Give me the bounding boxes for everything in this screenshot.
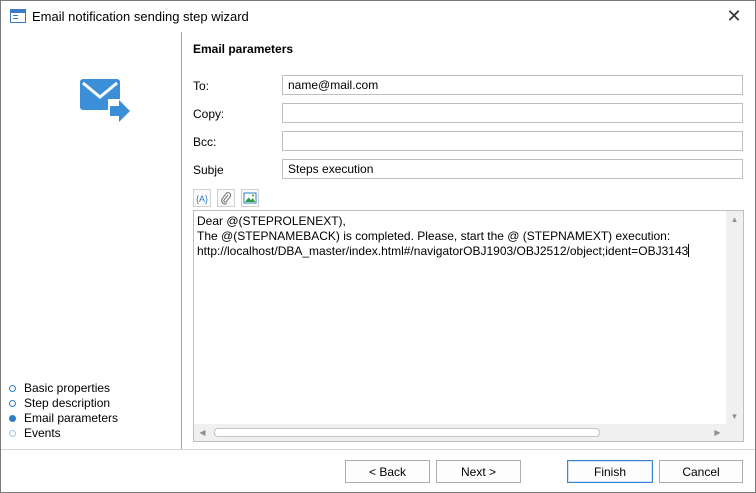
step-label: Step description (24, 396, 111, 410)
title-bar: Email notification sending step wizard ✕ (1, 1, 755, 32)
variable-icon-label: {A} (196, 194, 208, 204)
next-button[interactable]: Next > (436, 460, 521, 483)
step-status-icon (9, 430, 16, 437)
step-email-parameters[interactable]: Email parameters (9, 411, 118, 426)
message-body-editor[interactable]: Dear @(STEPROLENEXT), The @(STEPNAMEBACK)… (193, 210, 744, 442)
cancel-button[interactable]: Cancel (659, 460, 743, 483)
email-send-icon (80, 79, 131, 123)
scrollbar-corner (726, 424, 743, 441)
window-icon (10, 9, 26, 23)
back-button[interactable]: < Back (345, 460, 430, 483)
subject-field[interactable] (282, 159, 743, 179)
wizard-window: Email notification sending step wizard ✕… (0, 0, 756, 493)
section-title: Email parameters (193, 42, 294, 56)
message-line: Dear @(STEPROLENEXT), (197, 214, 346, 228)
scroll-right-icon[interactable]: ▶ (709, 424, 726, 441)
text-caret (688, 244, 690, 257)
insert-variable-button[interactable]: {A} (193, 189, 211, 207)
step-status-icon (9, 385, 16, 392)
scroll-up-icon[interactable]: ▲ (726, 211, 743, 228)
step-status-icon (9, 400, 16, 407)
finish-button[interactable]: Finish (567, 460, 653, 483)
copy-field[interactable] (282, 103, 743, 123)
variable-icon: {A} (196, 194, 208, 204)
subject-label: Subject: (193, 163, 223, 177)
close-icon[interactable]: ✕ (723, 6, 745, 26)
step-basic-properties[interactable]: Basic properties (9, 381, 118, 396)
paperclip-icon (221, 192, 232, 205)
horizontal-scroll-thumb[interactable] (214, 428, 600, 437)
image-icon (243, 192, 257, 204)
window-title: Email notification sending step wizard (32, 9, 249, 24)
to-label: To: (193, 79, 210, 93)
footer-divider (1, 449, 755, 450)
bcc-field[interactable] (282, 131, 743, 151)
bcc-label: Bcc: (193, 135, 217, 149)
step-events[interactable]: Events (9, 426, 118, 441)
insert-image-button[interactable] (241, 189, 259, 207)
message-line: http://localhost/DBA_master/index.html#/… (197, 244, 689, 258)
message-body-text[interactable]: Dear @(STEPROLENEXT), The @(STEPNAMEBACK)… (197, 214, 727, 259)
wizard-steps: Basic properties Step description Email … (9, 381, 118, 441)
copy-label: Copy: (193, 107, 223, 121)
step-label: Events (24, 426, 61, 440)
message-line: The @(STEPNAMEBACK) is completed. Please… (197, 229, 671, 243)
step-step-description[interactable]: Step description (9, 396, 118, 411)
step-label: Email parameters (24, 411, 119, 425)
message-line-last: http://localhost/DBA_master/index.html#/… (197, 244, 727, 259)
vertical-scrollbar[interactable]: ▲ ▼ (726, 211, 743, 425)
attach-file-button[interactable] (217, 189, 235, 207)
to-field[interactable] (282, 75, 743, 95)
scroll-down-icon[interactable]: ▼ (726, 408, 743, 425)
horizontal-scrollbar[interactable]: ◀ ▶ (194, 424, 726, 441)
step-label: Basic properties (24, 381, 111, 395)
scroll-left-icon[interactable]: ◀ (194, 424, 211, 441)
sidebar-divider (181, 32, 182, 449)
step-active-icon (9, 415, 16, 422)
